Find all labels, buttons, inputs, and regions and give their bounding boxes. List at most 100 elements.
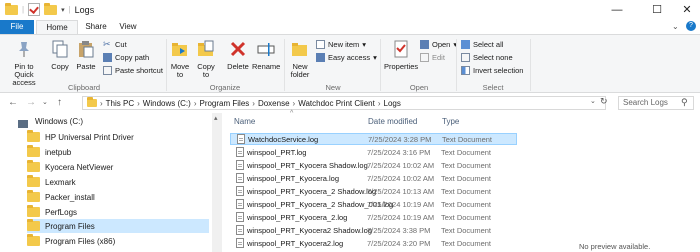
- file-type: Text Document: [442, 134, 493, 144]
- file-row[interactable]: winspool_PRT_Kyocera_2 Shadow.log 7/25/2…: [230, 185, 517, 197]
- file-name: winspool_PRT_Kyocera.log: [247, 173, 339, 183]
- scroll-up-icon[interactable]: ▴: [214, 114, 218, 122]
- new-item-button[interactable]: New item ▾: [316, 40, 366, 49]
- open-button[interactable]: Open ▾: [420, 40, 457, 49]
- nav-item-lexmark[interactable]: Lexmark: [27, 175, 209, 189]
- breadcrumb-logs[interactable]: Logs: [384, 99, 401, 108]
- select-all-icon: [461, 40, 470, 49]
- copy-icon: [52, 40, 68, 58]
- help-icon[interactable]: ?: [686, 21, 696, 31]
- invert-selection-button[interactable]: Invert selection: [461, 66, 523, 75]
- file-row[interactable]: winspool_PRT_Kyocera_2.log 7/25/2024 10:…: [230, 211, 517, 223]
- move-to-button[interactable]: Move to: [168, 40, 192, 79]
- file-row[interactable]: winspool_PRT_Kyocera Shadow.log 7/25/202…: [230, 159, 517, 171]
- pin-to-quick-access-button[interactable]: Pin to Quick access: [4, 40, 44, 87]
- chevron-right-icon[interactable]: ›: [194, 99, 197, 108]
- file-type: Text Document: [441, 199, 492, 209]
- paste-button[interactable]: Paste: [74, 40, 98, 71]
- nav-item-label: Program Files (x86): [45, 236, 116, 246]
- file-row[interactable]: winspool_PRT_Kyocera.log 7/25/2024 10:02…: [230, 172, 517, 184]
- new-folder-icon: [292, 43, 307, 56]
- chevron-right-icon[interactable]: ›: [378, 99, 381, 108]
- chevron-right-icon[interactable]: ›: [100, 99, 103, 108]
- scissors-icon: ✂: [103, 39, 111, 49]
- expand-ribbon-icon[interactable]: ⌄: [672, 22, 679, 31]
- nav-item-perflogs[interactable]: PerfLogs: [27, 205, 209, 219]
- file-row[interactable]: winspool_PRT_Kyocera2.log 7/25/2024 3:20…: [230, 237, 517, 249]
- address-breadcrumb[interactable]: › This PC › Windows (C:) › Program Files…: [82, 96, 606, 110]
- column-header-date[interactable]: Date modified: [368, 117, 417, 126]
- text-file-icon: [236, 186, 244, 196]
- move-to-icon: [172, 43, 187, 56]
- delete-icon: [230, 41, 246, 57]
- cut-button[interactable]: ✂ Cut: [103, 39, 127, 50]
- close-button[interactable]: ✕: [677, 2, 697, 18]
- tab-file[interactable]: File: [0, 20, 34, 34]
- properties-button[interactable]: Properties: [384, 40, 418, 71]
- tab-view[interactable]: View: [114, 20, 142, 34]
- nav-item-inetpub[interactable]: inetpub: [27, 145, 209, 159]
- breadcrumb-this-pc[interactable]: This PC: [106, 99, 134, 108]
- file-type: Text Document: [441, 173, 492, 183]
- breadcrumb-watchdoc[interactable]: Watchdoc Print Client: [298, 99, 375, 108]
- file-type: Text Document: [441, 225, 492, 235]
- select-none-icon: [461, 53, 470, 62]
- maximize-button[interactable]: ☐: [647, 2, 667, 18]
- copy-to-button[interactable]: Copy to: [194, 40, 218, 79]
- delete-button[interactable]: Delete: [226, 40, 250, 71]
- invert-selection-icon: [461, 66, 470, 75]
- recent-locations-icon[interactable]: ⌄: [42, 98, 48, 106]
- chevron-right-icon[interactable]: ›: [252, 99, 255, 108]
- file-row[interactable]: WatchdocService.log 7/25/2024 3:28 PM Te…: [230, 133, 517, 145]
- nav-item-kyocera-netviewer[interactable]: Kyocera NetViewer: [27, 160, 209, 174]
- paste-shortcut-button[interactable]: Paste shortcut: [103, 66, 163, 75]
- invert-selection-label: Invert selection: [473, 66, 524, 75]
- copy-path-label: Copy path: [115, 53, 150, 62]
- nav-item-program-files-x86[interactable]: Program Files (x86): [27, 234, 209, 248]
- column-header-name[interactable]: Name: [234, 117, 255, 126]
- file-row[interactable]: winspool_PRT_Kyocera2 Shadow.log 7/25/20…: [230, 224, 517, 236]
- breadcrumb-windows-c[interactable]: Windows (C:): [143, 99, 191, 108]
- back-arrow-icon[interactable]: ←: [8, 97, 18, 108]
- nav-item-packer-install[interactable]: Packer_install: [27, 190, 209, 204]
- select-group-label: Select: [482, 83, 504, 92]
- new-folder-icon[interactable]: [44, 2, 58, 15]
- column-header-type[interactable]: Type: [442, 117, 459, 126]
- edit-button[interactable]: Edit: [420, 53, 445, 62]
- easy-access-button[interactable]: Easy access ▾: [316, 53, 377, 62]
- forward-arrow-icon[interactable]: →: [26, 97, 36, 108]
- refresh-icon[interactable]: ↻: [600, 96, 608, 107]
- breadcrumb-doxense[interactable]: Doxense: [258, 99, 290, 108]
- breadcrumb-program-files[interactable]: Program Files: [199, 99, 249, 108]
- chevron-right-icon[interactable]: ›: [293, 99, 296, 108]
- select-none-button[interactable]: Select none: [461, 53, 513, 62]
- rename-button[interactable]: Rename: [252, 40, 280, 71]
- nav-item-windows-c[interactable]: Windows (C:): [35, 117, 83, 126]
- copy-button[interactable]: Copy: [48, 40, 72, 71]
- minimize-button[interactable]: —: [607, 2, 627, 18]
- nav-item-program-files[interactable]: Program Files: [27, 219, 209, 233]
- group-divider: [166, 39, 167, 91]
- file-row[interactable]: winspool_PRT_Kyocera_2 Shadow_001.log 7/…: [230, 198, 517, 210]
- customize-toolbar-icon[interactable]: ▾: [61, 6, 65, 14]
- file-name: winspool_PRT.log: [247, 147, 307, 157]
- ribbon-tabs: File Home Share View ⌄ ?: [0, 20, 700, 34]
- file-row[interactable]: winspool_PRT.log 7/25/2024 3:16 PM Text …: [230, 146, 517, 158]
- file-type: Text Document: [441, 212, 492, 222]
- select-all-button[interactable]: Select all: [461, 40, 503, 49]
- properties-icon[interactable]: [28, 3, 41, 16]
- nav-item-label: inetpub: [45, 147, 72, 157]
- nav-item-hp-universal[interactable]: HP Universal Print Driver: [27, 130, 209, 144]
- new-folder-button[interactable]: New folder: [288, 40, 312, 79]
- chevron-right-icon[interactable]: ›: [137, 99, 140, 108]
- file-type: Text Document: [441, 160, 492, 170]
- paste-icon: [79, 41, 94, 58]
- up-arrow-icon[interactable]: ↑: [57, 97, 62, 108]
- nav-scrollbar[interactable]: [212, 113, 222, 252]
- address-dropdown-icon[interactable]: ⌄: [590, 97, 596, 105]
- copy-path-button[interactable]: Copy path: [103, 53, 149, 62]
- properties-icon: [394, 40, 408, 58]
- tab-share[interactable]: Share: [80, 20, 112, 34]
- file-type: Text Document: [441, 186, 492, 196]
- tab-home[interactable]: Home: [36, 20, 78, 34]
